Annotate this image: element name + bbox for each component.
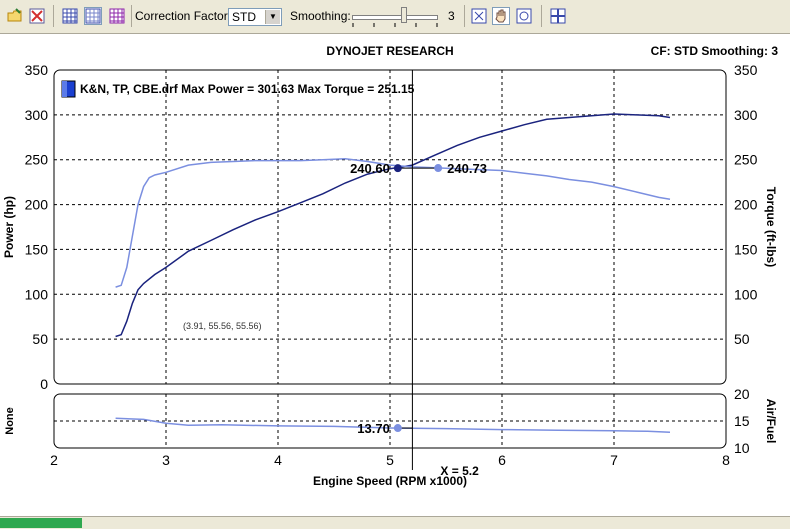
toolbar-separator	[53, 5, 54, 27]
main-y-right-tick-label: 150	[734, 241, 758, 257]
afr-y-tick-label: 20	[734, 386, 750, 402]
main-y-tick-label: 0	[40, 376, 48, 392]
main-y-right-tick-label: 250	[734, 152, 758, 168]
correction-factor-select[interactable]: STD ▼	[228, 8, 282, 26]
main-y-tick-label: 50	[32, 331, 48, 347]
main-y-right-tick-label: 100	[734, 286, 758, 302]
toolbar-separator	[464, 5, 465, 27]
toolbar: Correction Factor: STD ▼ Smoothing: 3	[0, 0, 790, 34]
chart-svg[interactable]: DYNOJET RESEARCH CF: STD Smoothing: 3 0 50 1…	[0, 38, 790, 516]
main-y-tick-label: 300	[25, 107, 49, 123]
x-tick-label: 6	[498, 452, 506, 468]
readout-marker-torque	[434, 164, 443, 173]
x-tick-label: 7	[610, 452, 618, 468]
grid-color-icon[interactable]	[108, 7, 126, 25]
x-tick-label: 8	[722, 452, 730, 468]
smoothing-value: 3	[448, 9, 455, 23]
x-tick-label: 2	[50, 452, 58, 468]
main-y-right-tick-label: 350	[734, 62, 758, 78]
main-y-tick-label: 150	[25, 241, 49, 257]
delete-icon[interactable]	[28, 7, 46, 25]
main-y-tick-label: 100	[25, 286, 49, 302]
toolbar-separator	[131, 5, 132, 27]
hand-pan-icon[interactable]	[492, 7, 510, 25]
zoom-icon[interactable]	[515, 7, 533, 25]
smoothing-label: Smoothing:	[290, 9, 351, 23]
readout-label-power: 240.60	[350, 161, 390, 176]
main-y-right-tick-label: 200	[734, 197, 758, 213]
afr-readout-label: 13.70	[357, 421, 390, 436]
afr-y-tick-label: 15	[734, 413, 750, 429]
toolbar-separator	[541, 5, 542, 27]
main-y-tick-label: 200	[25, 197, 49, 213]
main-y-tick-label: 350	[25, 62, 49, 78]
cursor-label: X = 5.2	[440, 464, 479, 478]
smoothing-slider-thumb[interactable]	[401, 7, 407, 23]
chart-title: DYNOJET RESEARCH	[326, 44, 453, 58]
chart-header-right: CF: STD Smoothing: 3	[651, 44, 779, 58]
x-tick-label: 3	[162, 452, 170, 468]
correction-factor-value: STD	[232, 10, 256, 24]
x-tick-label: 5	[386, 452, 394, 468]
legend-label: K&N, TP, CBE.drf Max Power = 301.63 Max …	[80, 82, 415, 96]
main-y-tick-label: 250	[25, 152, 49, 168]
smoothing-slider-track[interactable]	[352, 15, 438, 20]
layout-icon[interactable]	[549, 7, 567, 25]
main-y-right-tick-label: 300	[734, 107, 758, 123]
readout-label-torque: 240.73	[447, 161, 487, 176]
main-y-right-tick-label: 50	[734, 331, 750, 347]
main-y-right-axis-label: Torque (ft-lbs)	[764, 187, 778, 267]
afr-y-right-axis-label: Air/Fuel	[764, 399, 778, 444]
afr-y-tick-label: 10	[734, 440, 750, 456]
grid-alt-icon[interactable]	[84, 7, 102, 25]
chevron-down-icon[interactable]: ▼	[265, 10, 280, 24]
readout-marker-power	[393, 164, 402, 173]
legend-swatch-highlight	[62, 81, 67, 97]
progress-indicator	[0, 518, 82, 528]
grid-icon[interactable]	[61, 7, 79, 25]
main-y-axis-label: Power (hp)	[2, 196, 16, 258]
status-bar	[0, 516, 790, 529]
slider-ticks	[352, 23, 438, 27]
zoom-fit-icon[interactable]	[470, 7, 488, 25]
dyno-chart: DYNOJET RESEARCH CF: STD Smoothing: 3 0 50 1…	[0, 38, 790, 516]
x-tick-label: 4	[274, 452, 282, 468]
correction-factor-label: Correction Factor:	[135, 9, 232, 23]
afr-y-axis-label: None	[4, 407, 16, 435]
afr-readout-marker	[393, 424, 402, 433]
open-folder-icon[interactable]	[6, 7, 24, 25]
cursor-annotation: (3.91, 55.56, 55.56)	[183, 321, 262, 331]
